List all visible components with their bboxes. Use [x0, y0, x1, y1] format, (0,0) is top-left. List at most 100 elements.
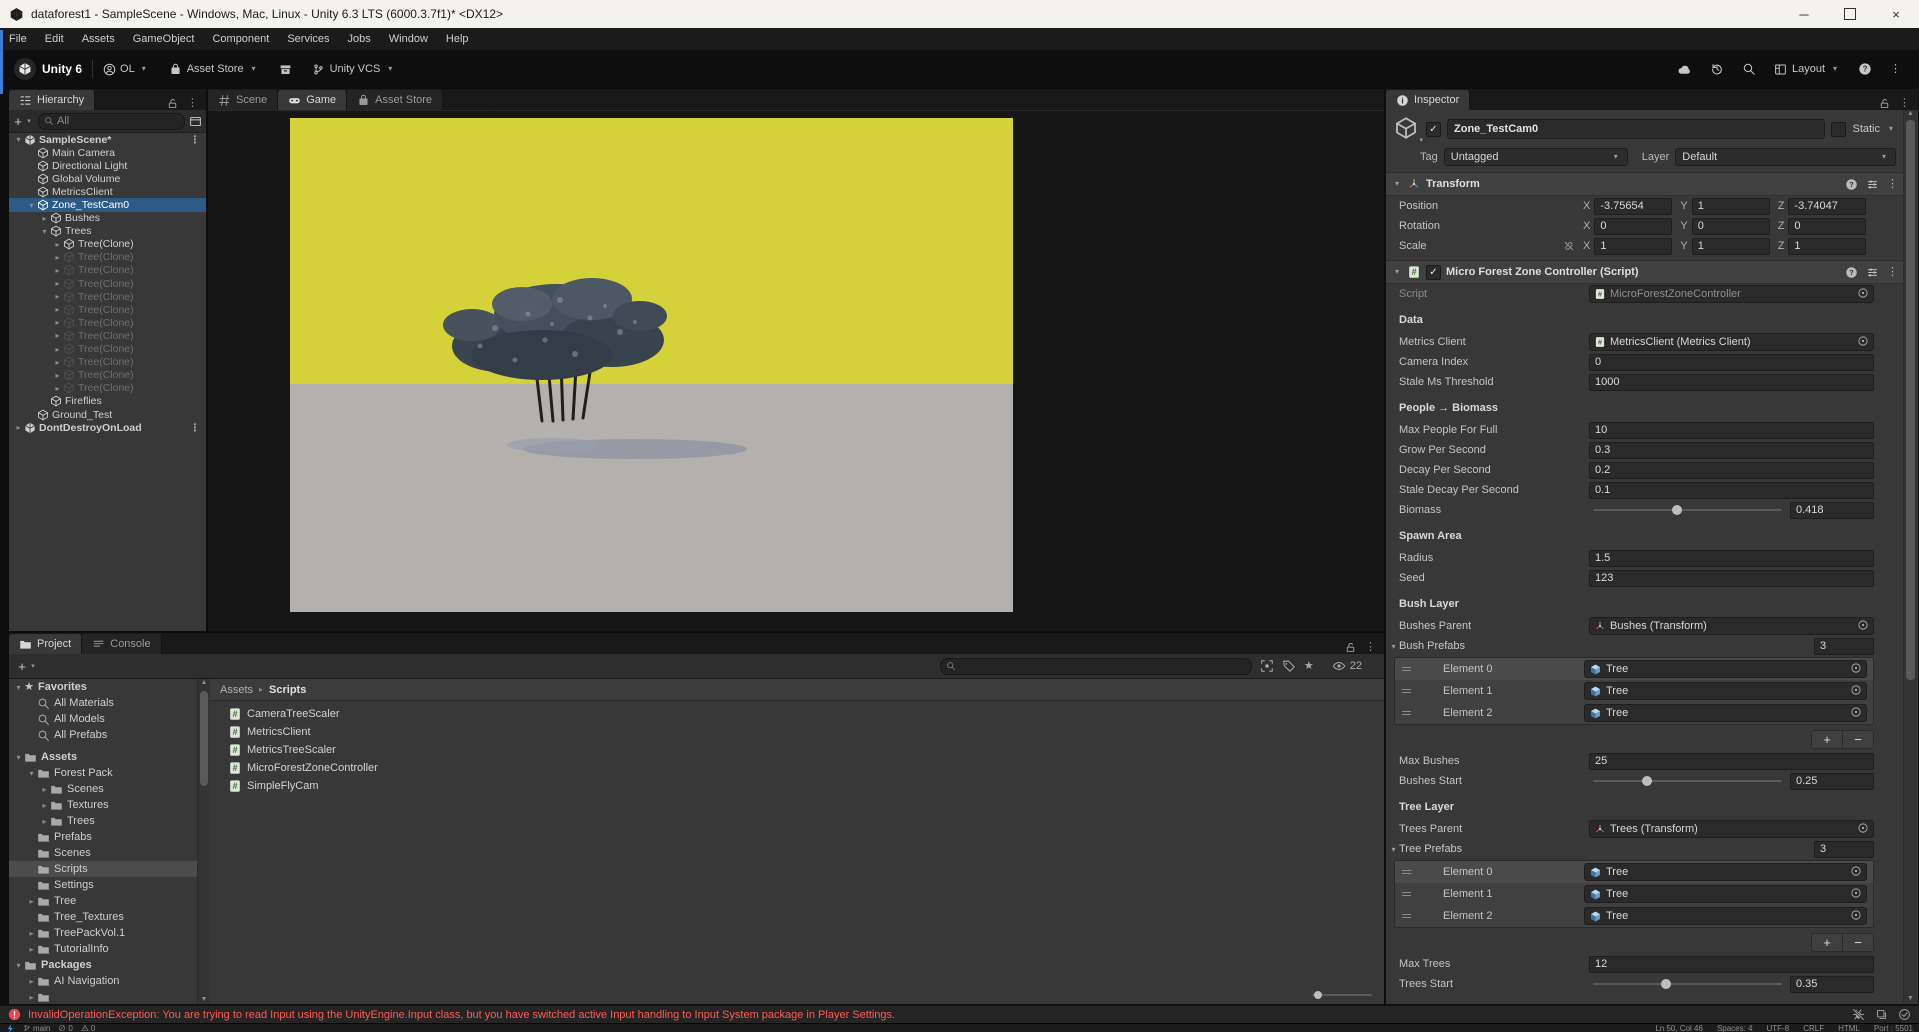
- add-element-button[interactable]: +: [1812, 934, 1843, 951]
- statusbar-right-item[interactable]: Ln 50, Col 46: [1655, 1024, 1703, 1032]
- vector-field[interactable]: -3.74047: [1788, 198, 1866, 215]
- property-field[interactable]: 0.1: [1589, 482, 1874, 499]
- target-icon[interactable]: [1850, 684, 1862, 696]
- caret-down-icon[interactable]: ▾: [1392, 266, 1402, 279]
- hierarchy-search-input[interactable]: All: [38, 113, 185, 130]
- project-tree-item[interactable]: ▾Packages: [9, 957, 197, 973]
- expander-icon[interactable]: ▸: [52, 371, 63, 380]
- hierarchy-item[interactable]: Global Volume: [9, 172, 206, 185]
- asset-item[interactable]: #SimpleFlyCam: [210, 777, 1384, 795]
- object-field[interactable]: Trees (Transform): [1589, 820, 1874, 838]
- target-icon[interactable]: [1850, 865, 1862, 877]
- hierarchy-item[interactable]: Fireflies: [9, 395, 206, 408]
- hierarchy-item[interactable]: Ground_Test: [9, 408, 206, 421]
- expander-icon[interactable]: ▸: [13, 423, 24, 432]
- project-tree-item[interactable]: All Prefabs: [9, 727, 197, 743]
- expander-icon[interactable]: ▸: [52, 384, 63, 393]
- lock-icon[interactable]: [1344, 641, 1357, 654]
- sliders-icon[interactable]: [1866, 266, 1879, 279]
- menu-help[interactable]: Help: [437, 28, 478, 50]
- close-button[interactable]: ×: [1873, 0, 1919, 28]
- hierarchy-item[interactable]: ▸Tree(Clone): [9, 277, 206, 290]
- expander-icon[interactable]: ▸: [52, 318, 63, 327]
- hierarchy-item[interactable]: ▸Tree(Clone): [9, 329, 206, 342]
- drag-handle-icon[interactable]: [1399, 711, 1413, 715]
- account-dropdown[interactable]: OL▾: [103, 63, 149, 76]
- project-tree-item[interactable]: ▸: [9, 989, 197, 1004]
- tag-dropdown[interactable]: Untagged▾: [1444, 148, 1628, 166]
- kebab-icon[interactable]: ⋮: [1890, 63, 1901, 76]
- project-tree-item[interactable]: ▸Scenes: [9, 781, 197, 797]
- lock-icon[interactable]: [166, 97, 179, 110]
- property-slider[interactable]: [1593, 983, 1782, 985]
- drag-handle-icon[interactable]: [1399, 892, 1413, 896]
- stack-icon[interactable]: [1875, 1008, 1888, 1021]
- kebab-icon[interactable]: ⋮: [187, 97, 198, 110]
- target-icon[interactable]: [1857, 822, 1869, 834]
- vector-field[interactable]: 0: [1594, 218, 1672, 235]
- history-icon[interactable]: [1710, 62, 1724, 76]
- static-checkbox[interactable]: [1831, 122, 1846, 137]
- create-dropdown[interactable]: +▾: [13, 115, 34, 128]
- kebab-icon[interactable]: ⋮: [1887, 266, 1898, 279]
- slider-value-field[interactable]: 0.35: [1790, 976, 1874, 993]
- star-icon[interactable]: ★: [1304, 660, 1314, 673]
- expander-icon[interactable]: ▸: [52, 253, 63, 262]
- target-icon[interactable]: [1850, 909, 1862, 921]
- project-tree-item[interactable]: ▸TreePackVol.1: [9, 925, 197, 941]
- project-tree-item[interactable]: ▸Textures: [9, 797, 197, 813]
- expander-icon[interactable]: ▸: [52, 240, 63, 249]
- expander-icon[interactable]: ▸: [52, 358, 63, 367]
- array-element-row[interactable]: Element 2Tree: [1395, 905, 1873, 927]
- project-tree-item[interactable]: ▾★Favorites: [9, 679, 197, 695]
- console-status-bar[interactable]: InvalidOperationException: You are tryin…: [0, 1005, 1919, 1023]
- element-object-field[interactable]: Tree: [1584, 682, 1867, 700]
- tab-project[interactable]: Project: [9, 634, 82, 654]
- hidden-count[interactable]: 22: [1332, 659, 1362, 673]
- project-tree-item[interactable]: All Materials: [9, 695, 197, 711]
- breadcrumb-item[interactable]: Scripts: [269, 684, 306, 696]
- expander-icon[interactable]: ▸: [52, 305, 63, 314]
- menu-file[interactable]: File: [0, 28, 36, 50]
- statusbar-right-item[interactable]: Spaces: 4: [1717, 1024, 1753, 1032]
- project-tree-item[interactable]: ▾Assets: [9, 749, 197, 765]
- bug-slash-icon[interactable]: [1852, 1008, 1865, 1021]
- target-icon[interactable]: [1850, 662, 1862, 674]
- hierarchy-item[interactable]: ▸Tree(Clone): [9, 382, 206, 395]
- element-object-field[interactable]: Tree: [1584, 704, 1867, 722]
- kebab-icon[interactable]: ⋮: [190, 134, 207, 146]
- hierarchy-item[interactable]: ▸Tree(Clone): [9, 316, 206, 329]
- array-element-row[interactable]: Element 1Tree: [1395, 680, 1873, 702]
- expander-icon[interactable]: ▸: [52, 292, 63, 301]
- tab-game[interactable]: Game: [278, 90, 347, 110]
- menu-services[interactable]: Services: [278, 28, 338, 50]
- project-tree-scrollbar[interactable]: ▲ ▼: [197, 679, 211, 1004]
- project-tree-item[interactable]: Scripts: [9, 861, 197, 877]
- property-field[interactable]: 0: [1589, 354, 1874, 371]
- asset-item[interactable]: #MetricsTreeScaler: [210, 741, 1384, 759]
- drag-handle-icon[interactable]: [1399, 870, 1413, 874]
- vector-field[interactable]: 1: [1594, 238, 1672, 255]
- menu-gameobject[interactable]: GameObject: [124, 28, 204, 50]
- cloud-icon[interactable]: [1677, 62, 1692, 77]
- project-tree-item[interactable]: All Models: [9, 711, 197, 727]
- statusbar-right-item[interactable]: Port : 5501: [1874, 1024, 1913, 1032]
- tab-asset-store[interactable]: Asset Store: [347, 90, 443, 110]
- expander-icon[interactable]: ▸: [52, 279, 63, 288]
- target-icon[interactable]: [1857, 335, 1869, 347]
- link-slash-icon[interactable]: [1563, 240, 1575, 252]
- minimize-button[interactable]: ─: [1781, 0, 1827, 28]
- array-element-row[interactable]: Element 1Tree: [1395, 883, 1873, 905]
- vector-field[interactable]: 1: [1788, 238, 1866, 255]
- property-slider[interactable]: [1593, 780, 1782, 782]
- expander-icon[interactable]: ▾: [39, 227, 50, 236]
- kebab-icon[interactable]: ⋮: [1887, 178, 1898, 191]
- hierarchy-item[interactable]: ▾Zone_TestCam0: [9, 198, 206, 211]
- tag-icon[interactable]: [1282, 659, 1296, 673]
- component-enabled-checkbox[interactable]: ✓: [1426, 265, 1441, 280]
- object-field[interactable]: Bushes (Transform): [1589, 617, 1874, 635]
- project-create-dropdown[interactable]: +▾: [17, 660, 38, 673]
- object-field[interactable]: #MicroForestZoneController: [1589, 285, 1874, 303]
- tab-console[interactable]: Console: [82, 634, 161, 654]
- hierarchy-item[interactable]: Main Camera: [9, 146, 206, 159]
